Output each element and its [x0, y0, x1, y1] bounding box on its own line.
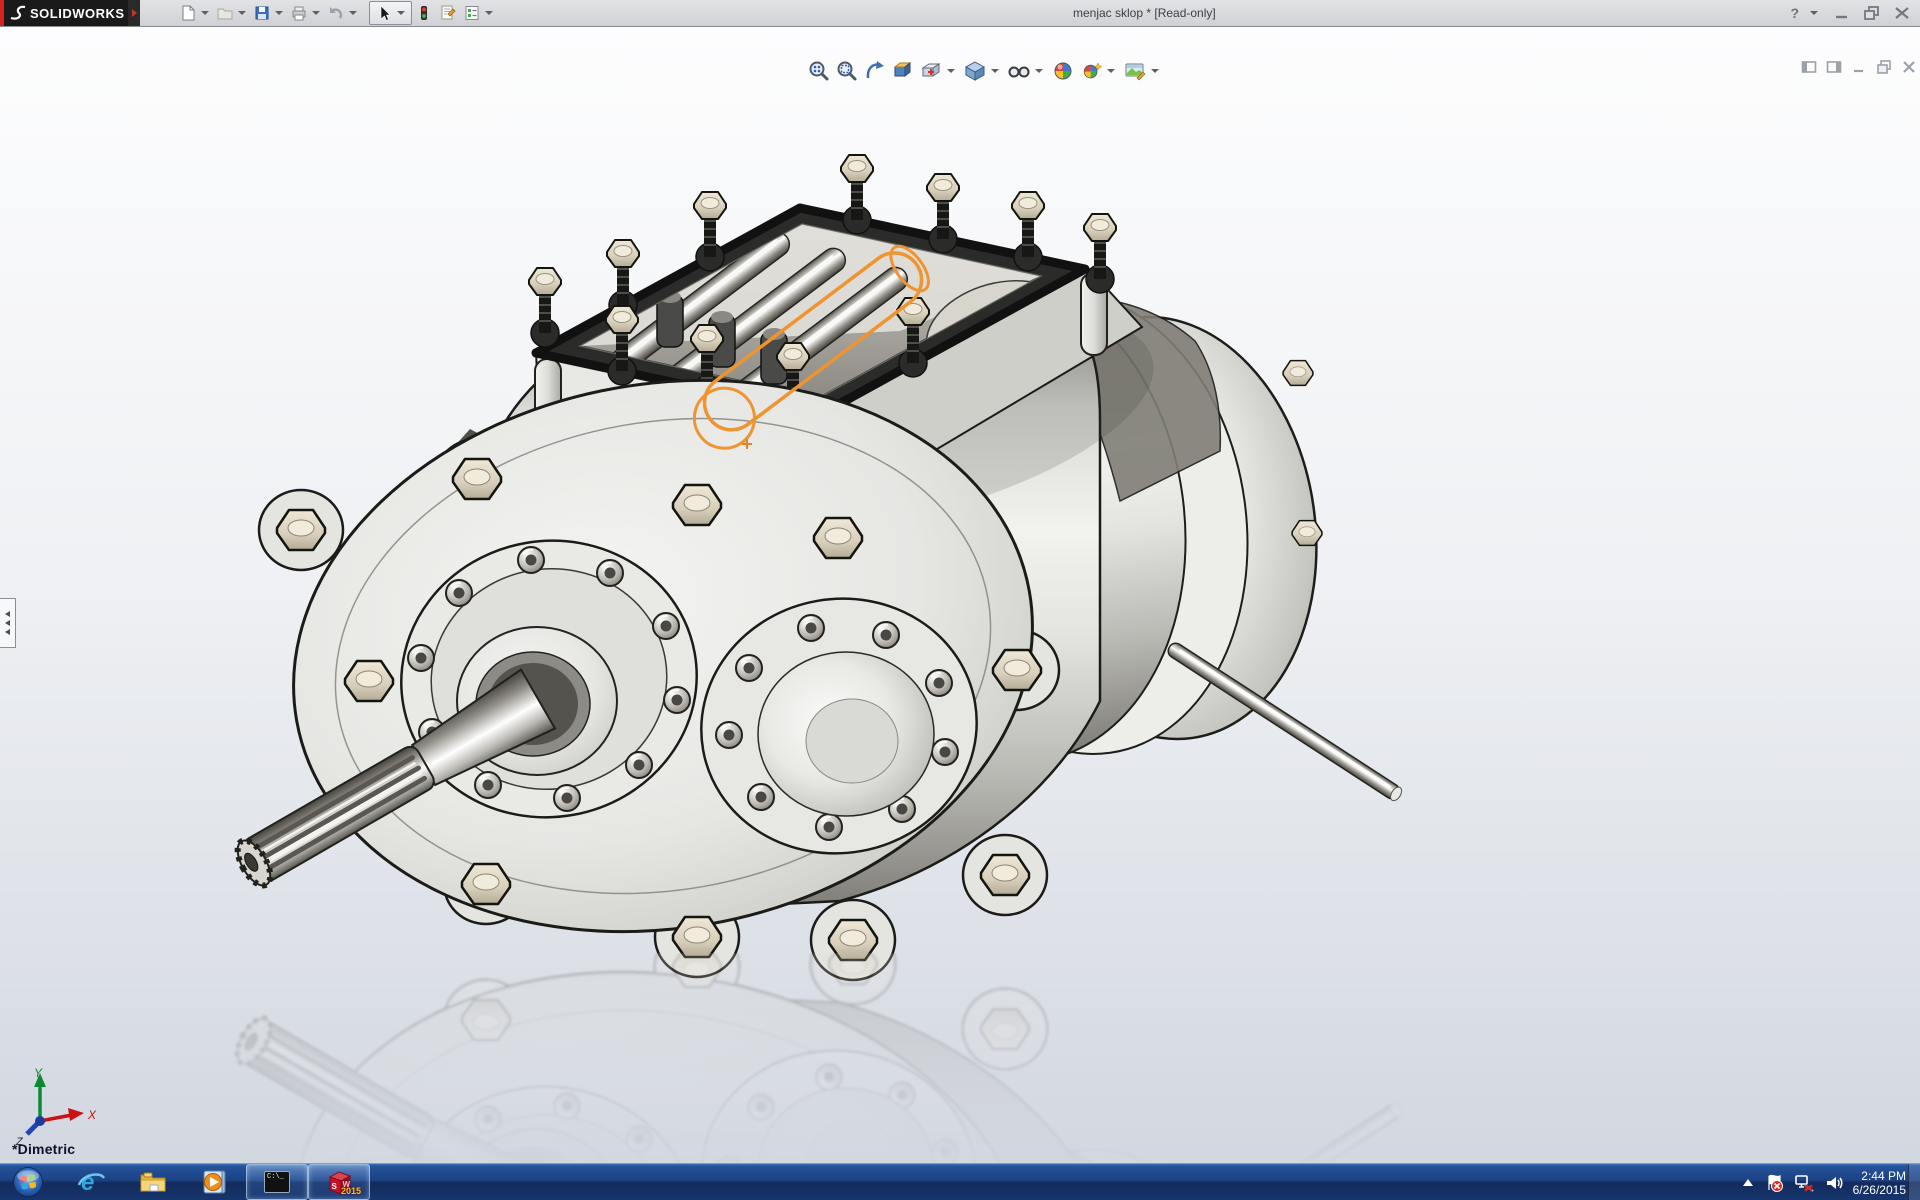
triad-x-label: X: [87, 1108, 97, 1122]
media-player-icon: [200, 1167, 230, 1197]
title-bar: SOLIDWORKS menj: [0, 0, 1920, 27]
hide-show-items-icon[interactable]: [1006, 59, 1031, 84]
view-settings-icon[interactable]: [1078, 59, 1103, 84]
apply-scene-icon[interactable]: [1050, 59, 1075, 84]
show-desktop-button[interactable]: [1908, 1164, 1920, 1200]
new-document-dropdown[interactable]: [201, 11, 209, 15]
action-center-icon[interactable]: [1764, 1173, 1784, 1193]
command-prompt-button[interactable]: C:\_: [246, 1164, 308, 1200]
display-style-icon[interactable]: [962, 59, 987, 84]
help-icon[interactable]: ?: [1790, 5, 1799, 21]
previous-view-icon[interactable]: [862, 59, 887, 84]
minimize-icon[interactable]: [1832, 4, 1852, 22]
open-document-button[interactable]: [213, 2, 237, 24]
select-arrow-button[interactable]: [372, 2, 396, 24]
ds-swoosh-icon: [8, 5, 26, 21]
options-dropdown[interactable]: [485, 11, 493, 15]
undo-dropdown[interactable]: [349, 11, 357, 15]
file-properties-button[interactable]: [436, 2, 460, 24]
graphics-area[interactable]: Y X Z *Dimetric: [0, 26, 1920, 1163]
undo-button[interactable]: [324, 2, 348, 24]
window-controls: ?: [1790, 0, 1912, 26]
doc-restore-icon[interactable]: [1875, 58, 1893, 76]
logo-red-stripe: [0, 0, 4, 26]
help-dropdown[interactable]: [1810, 11, 1818, 15]
pane-right-icon[interactable]: [1825, 58, 1843, 76]
zoom-to-area-icon[interactable]: [834, 59, 859, 84]
view-settings-dropdown[interactable]: [1107, 69, 1115, 73]
headsup-view-toolbar: [806, 58, 1163, 84]
doc-close-icon[interactable]: [1900, 58, 1918, 76]
system-tray: 2:44 PM 6/26/2015: [1741, 1164, 1906, 1200]
print-dropdown[interactable]: [312, 11, 320, 15]
hide-show-items-dropdown[interactable]: [1035, 69, 1043, 73]
media-player-button[interactable]: [184, 1164, 246, 1200]
model-scene[interactable]: [0, 27, 1920, 1164]
zoom-to-fit-icon[interactable]: [806, 59, 831, 84]
edit-appearance-dropdown[interactable]: [1151, 69, 1159, 73]
document-window-controls: [1800, 58, 1918, 76]
rebuild-button[interactable]: [412, 2, 436, 24]
internet-explorer-icon: e: [76, 1167, 106, 1197]
windows-start-icon: [12, 1166, 44, 1198]
start-button[interactable]: [8, 1164, 48, 1200]
doc-minimize-icon[interactable]: [1850, 58, 1868, 76]
taskbar: e C:\_: [0, 1163, 1920, 1200]
select-tool-group: [369, 1, 412, 25]
display-style-dropdown[interactable]: [991, 69, 999, 73]
internet-explorer-button[interactable]: e: [60, 1164, 122, 1200]
folder-icon: [138, 1167, 168, 1197]
windows-explorer-button[interactable]: [122, 1164, 184, 1200]
section-view-icon[interactable]: [890, 59, 915, 84]
quick-access-toolbar: [176, 1, 497, 25]
logo-expand-arrow[interactable]: [128, 0, 140, 26]
solidworks-2015-button[interactable]: S W 2015: [308, 1164, 370, 1200]
triad-y-label: Y: [34, 1066, 43, 1080]
select-dropdown[interactable]: [397, 11, 405, 15]
restore-icon[interactable]: [1862, 4, 1882, 22]
view-orientation-dropdown[interactable]: [947, 69, 955, 73]
brand-text: SOLIDWORKS: [30, 6, 125, 21]
clock[interactable]: 2:44 PM 6/26/2015: [1853, 1169, 1906, 1197]
svg-text:S: S: [332, 1182, 338, 1191]
tray-time: 2:44 PM: [1853, 1169, 1906, 1183]
feature-tree-flyout-tab[interactable]: [0, 598, 16, 648]
document-title: menjac sklop * [Read-only]: [1073, 6, 1216, 20]
save-button[interactable]: [250, 2, 274, 24]
save-dropdown[interactable]: [275, 11, 283, 15]
options-button[interactable]: [460, 2, 484, 24]
command-prompt-icon: C:\_: [264, 1171, 290, 1193]
edit-appearance-icon[interactable]: [1122, 59, 1147, 84]
network-status-icon[interactable]: [1793, 1173, 1815, 1193]
hidden-icons-arrow[interactable]: [1741, 1177, 1755, 1189]
svg-text:e: e: [81, 1169, 94, 1196]
taskbar-apps: e C:\_: [60, 1164, 370, 1200]
solidworks-version-badge: 2015: [341, 1186, 361, 1196]
view-orientation-icon[interactable]: [918, 59, 943, 84]
solidworks-logo: SOLIDWORKS: [0, 0, 128, 26]
print-button[interactable]: [287, 2, 311, 24]
new-document-button[interactable]: [176, 2, 200, 24]
open-document-dropdown[interactable]: [238, 11, 246, 15]
tray-date: 6/26/2015: [1853, 1183, 1906, 1197]
view-orientation-label: *Dimetric: [12, 1141, 75, 1157]
pane-left-icon[interactable]: [1800, 58, 1818, 76]
close-icon[interactable]: [1892, 4, 1912, 22]
volume-icon[interactable]: [1824, 1173, 1844, 1193]
